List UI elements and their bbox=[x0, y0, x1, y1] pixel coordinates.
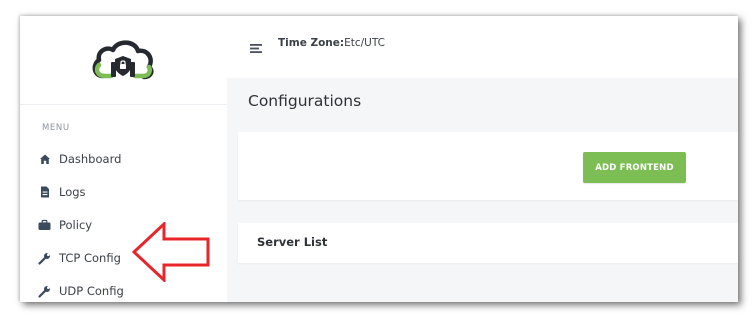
sidebar-item-label: Logs bbox=[59, 185, 86, 199]
wrench-icon bbox=[38, 285, 51, 298]
page-title: Configurations bbox=[248, 92, 362, 110]
wrench-icon bbox=[38, 252, 51, 265]
sidebar: MENU Dashboard Logs Policy TCP Config UD… bbox=[20, 16, 228, 302]
top-bar: Time Zone:Etc/UTC bbox=[227, 16, 738, 78]
sidebar-item-logs[interactable]: Logs bbox=[38, 181, 213, 203]
sidebar-item-label: TCP Config bbox=[59, 251, 121, 265]
main-content: Time Zone:Etc/UTC Configurations ADD FRO… bbox=[227, 16, 738, 302]
frontend-card: ADD FRONTEND bbox=[238, 132, 738, 200]
cloud-shield-icon bbox=[92, 40, 154, 80]
sidebar-item-label: Dashboard bbox=[59, 152, 122, 166]
app-window: MENU Dashboard Logs Policy TCP Config UD… bbox=[20, 16, 738, 302]
add-frontend-button[interactable]: ADD FRONTEND bbox=[583, 152, 686, 183]
menu-heading: MENU bbox=[42, 123, 70, 133]
briefcase-icon bbox=[38, 219, 51, 232]
sidebar-item-dashboard[interactable]: Dashboard bbox=[38, 148, 213, 170]
server-list-card: Server List bbox=[238, 223, 738, 263]
sidebar-item-label: Policy bbox=[59, 218, 93, 232]
file-icon bbox=[38, 186, 51, 199]
annotation-arrow-icon bbox=[132, 222, 210, 282]
logo-area bbox=[20, 16, 227, 105]
hamburger-icon[interactable] bbox=[250, 40, 263, 59]
server-list-title: Server List bbox=[257, 235, 328, 249]
timezone-display: Time Zone:Etc/UTC bbox=[278, 37, 385, 49]
home-icon bbox=[38, 153, 51, 166]
sidebar-item-udp-config[interactable]: UDP Config bbox=[38, 280, 213, 302]
timezone-value: Etc/UTC bbox=[344, 37, 385, 49]
sidebar-item-label: UDP Config bbox=[59, 284, 124, 298]
timezone-label: Time Zone: bbox=[278, 37, 345, 49]
